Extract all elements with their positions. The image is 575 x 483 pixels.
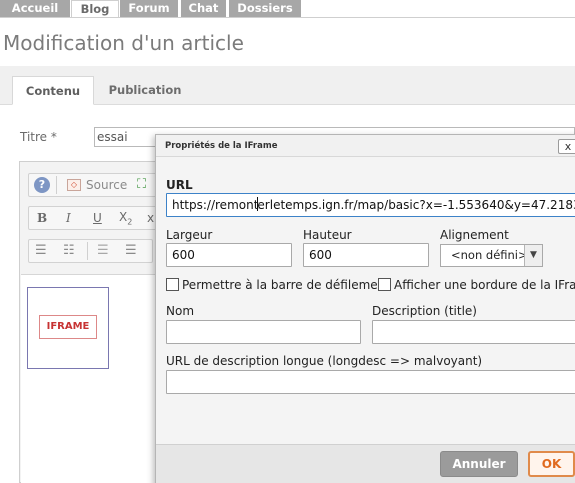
width-label: Largeur	[166, 228, 213, 242]
toolbar-group-basic-styles: B I U X2 x	[28, 206, 168, 230]
iframe-placeholder-label: IFRAME	[39, 315, 97, 339]
chevron-down-icon: ▼	[524, 245, 542, 266]
toolbar-group-paragraph: ☰ ☷ ☰ ☰	[28, 239, 153, 263]
indent-icon[interactable]: ☰	[125, 241, 137, 261]
source-icon: ◇	[67, 179, 81, 191]
border-label: Afficher une bordure de la IFrame	[394, 278, 575, 292]
width-input[interactable]: 600	[166, 243, 292, 267]
scrollbar-checkbox[interactable]	[166, 278, 179, 291]
subscript-label: X	[119, 210, 128, 224]
ok-button[interactable]: OK	[528, 451, 575, 477]
source-button[interactable]: Source	[86, 175, 127, 195]
url-input[interactable]: https://remonterletemps.ign.fr/map/basic…	[166, 193, 575, 217]
height-input[interactable]: 600	[303, 243, 429, 267]
tab-publication[interactable]: Publication	[100, 76, 190, 105]
page-root: Accueil Blog Forum Chat Dossiers Modific…	[0, 0, 575, 483]
alignment-select[interactable]: <non défini> ▼	[440, 244, 543, 267]
nav-tab-chat[interactable]: Chat	[181, 0, 226, 17]
close-icon: x	[564, 140, 572, 153]
url-text-before-caret: https://remont	[172, 198, 259, 212]
toolbar-separator	[87, 242, 88, 260]
nav-tab-forum[interactable]: Forum	[120, 0, 178, 17]
height-label: Hauteur	[303, 228, 352, 242]
subscript-button[interactable]: X2	[119, 207, 132, 232]
tab-contenu[interactable]: Contenu	[12, 76, 94, 105]
nav-tab-dossiers[interactable]: Dossiers	[229, 0, 301, 17]
nav-divider	[0, 17, 575, 18]
iframe-placeholder[interactable]: IFRAME	[27, 287, 109, 369]
help-icon[interactable]: ?	[34, 177, 50, 193]
top-nav: Accueil Blog Forum Chat Dossiers	[0, 0, 575, 18]
bold-button[interactable]: B	[37, 208, 47, 228]
iframe-properties-dialog: Propriétés de la IFrame x URL https://re…	[155, 134, 575, 483]
maximize-icon[interactable]: ⛶	[137, 175, 146, 195]
toolbar-separator	[56, 176, 57, 194]
numbered-list-icon[interactable]: ☰	[35, 241, 47, 261]
alignment-label: Alignement	[440, 228, 509, 242]
url-text-after-caret: erletemps.ign.fr/map/basic?x=-1.553640&y…	[257, 198, 575, 212]
longdesc-input[interactable]	[166, 370, 575, 394]
bulleted-list-icon[interactable]: ☷	[63, 241, 75, 261]
border-checkbox[interactable]	[378, 278, 391, 291]
subscript-sub: 2	[127, 217, 133, 227]
scrollbar-label: Permettre à la barre de défilement	[182, 278, 390, 292]
title-label: Titre *	[20, 130, 57, 144]
italic-button[interactable]: I	[66, 208, 71, 228]
longdesc-label: URL de description longue (longdesc => m…	[166, 354, 483, 368]
page-title: Modification d'un article	[3, 31, 244, 55]
name-input[interactable]	[166, 320, 361, 344]
alignment-value: <non défini>	[451, 248, 528, 262]
close-button[interactable]: x	[558, 139, 575, 154]
nav-tab-blog[interactable]: Blog	[71, 0, 119, 18]
name-label: Nom	[166, 304, 195, 318]
outdent-icon[interactable]: ☰	[97, 241, 109, 261]
strikethrough-button[interactable]: x	[147, 208, 154, 228]
description-input[interactable]	[372, 320, 575, 344]
toolbar-group-document: ? ◇ Source ⛶	[28, 173, 168, 197]
description-label: Description (title)	[372, 304, 477, 318]
cancel-button[interactable]: Annuler	[440, 451, 518, 477]
nav-tab-accueil[interactable]: Accueil	[0, 0, 70, 17]
url-label: URL	[166, 178, 193, 192]
dialog-title: Propriétés de la IFrame	[156, 135, 575, 157]
underline-button[interactable]: U	[93, 208, 102, 228]
